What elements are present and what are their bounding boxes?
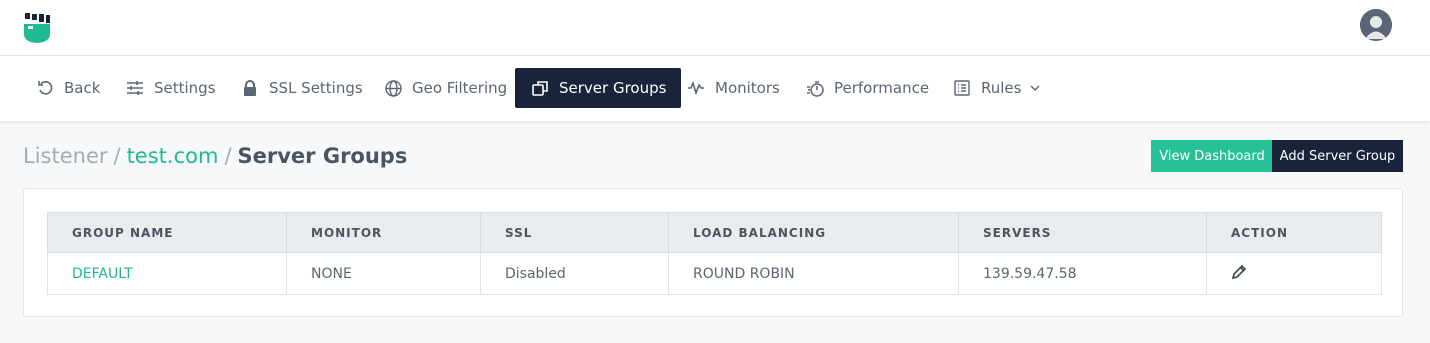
lock-icon xyxy=(241,79,259,97)
copy-windows-icon xyxy=(531,79,549,97)
breadcrumb: Listener / test.com / Server Groups xyxy=(23,142,407,170)
table-row: DEFAULT NONE Disabled ROUND ROBIN 139.59… xyxy=(47,252,1382,295)
nav-ssl-settings[interactable]: SSL Settings xyxy=(241,68,363,108)
group-name-link[interactable]: DEFAULT xyxy=(47,252,287,295)
nav-geo-filtering-label: Geo Filtering xyxy=(412,79,508,97)
column-header: LOAD BALANCING xyxy=(668,212,959,253)
view-dashboard-button[interactable]: View Dashboard xyxy=(1151,140,1273,172)
fist-logo-icon[interactable] xyxy=(22,12,52,44)
breadcrumb-separator: / xyxy=(224,144,232,168)
nav-back-label: Back xyxy=(64,79,101,97)
pulse-icon xyxy=(687,79,705,97)
nav-settings-label: Settings xyxy=(154,79,216,97)
nav-rules[interactable]: Rules xyxy=(953,68,1041,108)
pencil-edit-icon[interactable] xyxy=(1231,264,1247,280)
column-header: GROUP NAME xyxy=(47,212,287,253)
globe-icon xyxy=(384,79,402,97)
nav-performance-label: Performance xyxy=(834,79,930,97)
nav-rules-label: Rules xyxy=(981,79,1022,97)
chevron-down-icon xyxy=(1029,82,1041,94)
column-header: ACTION xyxy=(1206,212,1382,253)
page-title: Server Groups xyxy=(237,144,408,168)
top-bar xyxy=(0,0,1430,56)
column-header: SERVERS xyxy=(958,212,1207,253)
table-header-row: GROUP NAME MONITOR SSL LOAD BALANCING SE… xyxy=(47,212,1382,253)
nav-monitors-label: Monitors xyxy=(715,79,780,97)
undo-icon xyxy=(36,79,54,97)
column-header: SSL xyxy=(480,212,669,253)
load-balancing-cell: ROUND ROBIN xyxy=(668,252,959,295)
nav-settings[interactable]: Settings xyxy=(126,68,216,108)
listener-nav: Back Settings SSL Settings Geo Filtering… xyxy=(0,56,1430,121)
monitor-cell: NONE xyxy=(286,252,481,295)
action-cell xyxy=(1206,252,1382,295)
ssl-cell: Disabled xyxy=(480,252,669,295)
server-groups-table: GROUP NAME MONITOR SSL LOAD BALANCING SE… xyxy=(47,212,1382,295)
nav-server-groups[interactable]: Server Groups xyxy=(515,68,682,108)
nav-monitors[interactable]: Monitors xyxy=(687,68,780,108)
add-server-group-button[interactable]: Add Server Group xyxy=(1272,140,1403,172)
column-header: MONITOR xyxy=(286,212,481,253)
nav-geo-filtering[interactable]: Geo Filtering xyxy=(384,68,507,108)
nav-server-groups-label: Server Groups xyxy=(559,79,667,97)
breadcrumb-separator: / xyxy=(113,144,121,168)
breadcrumb-root: Listener xyxy=(23,144,108,168)
nav-back[interactable]: Back xyxy=(36,68,100,108)
stopwatch-icon xyxy=(806,79,824,97)
sliders-icon xyxy=(126,79,144,97)
breadcrumb-listener-link[interactable]: test.com xyxy=(127,144,219,168)
user-avatar-icon[interactable] xyxy=(1360,9,1392,41)
list-icon xyxy=(953,79,971,97)
server-groups-card: GROUP NAME MONITOR SSL LOAD BALANCING SE… xyxy=(23,188,1403,317)
servers-cell: 139.59.47.58 xyxy=(958,252,1207,295)
nav-performance[interactable]: Performance xyxy=(806,68,929,108)
nav-ssl-settings-label: SSL Settings xyxy=(269,79,363,97)
